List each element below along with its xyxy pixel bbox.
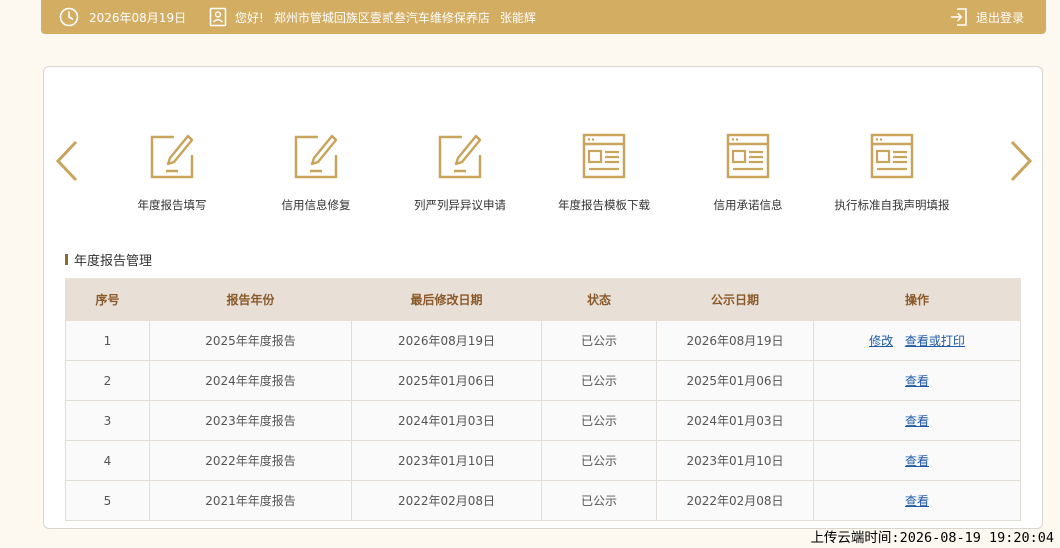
- cell-modified: 2023年01月10日: [351, 440, 542, 481]
- cell-year: 2024年年度报告: [149, 360, 352, 401]
- main-panel: 年度报告填写 信用信息修复 列严列异异议申请 年度报告模板下载 信用承诺信息 执…: [43, 66, 1043, 529]
- cell-published: 2022年02月08日: [656, 480, 814, 521]
- feature-label: 列严列异异议申请: [414, 198, 506, 212]
- document-icon: [726, 133, 770, 179]
- cell-status: 已公示: [541, 360, 657, 401]
- feature-annual-report-fill[interactable]: 年度报告填写: [97, 133, 247, 213]
- user-card-icon: [209, 7, 227, 27]
- column-header: 操作: [813, 278, 1021, 321]
- clock-icon: [59, 7, 79, 27]
- feature-template-download[interactable]: 年度报告模板下载: [529, 133, 679, 213]
- user-info: 您好! 郑州市管城回族区壹贰叁汽车维修保养店 张能辉: [209, 0, 536, 34]
- view-link[interactable]: 查看: [905, 414, 929, 428]
- feature-label: 信用信息修复: [281, 198, 351, 212]
- cell-modified: 2025年01月06日: [351, 360, 542, 401]
- feature-standard-declaration[interactable]: 执行标准自我声明填报: [817, 133, 967, 213]
- table-row: 1 2025年年度报告 2026年08月19日 已公示 2026年08月19日 …: [65, 320, 1021, 361]
- table-row: 4 2022年年度报告 2023年01月10日 已公示 2023年01月10日 …: [65, 440, 1021, 481]
- cell-actions: 查看: [813, 480, 1021, 521]
- chevron-right-icon: [1010, 140, 1033, 182]
- chevron-left-icon: [55, 140, 78, 182]
- cell-actions: 查看: [813, 400, 1021, 441]
- shop-name: 郑州市管城回族区壹贰叁汽车维修保养店: [273, 10, 490, 25]
- column-header: 状态: [541, 278, 657, 321]
- cell-status: 已公示: [541, 480, 657, 521]
- edit-link[interactable]: 修改: [869, 334, 893, 348]
- table-row: 2 2024年年度报告 2025年01月06日 已公示 2025年01月06日 …: [65, 360, 1021, 401]
- cell-year: 2021年年度报告: [149, 480, 352, 521]
- cell-actions: 查看: [813, 360, 1021, 401]
- column-header: 最后修改日期: [351, 278, 542, 321]
- edit-icon: [438, 134, 482, 179]
- cell-no: 5: [65, 480, 150, 521]
- cell-no: 1: [65, 320, 150, 361]
- cell-actions: 查看: [813, 440, 1021, 481]
- annual-report-table: 序号 报告年份 最后修改日期 状态 公示日期 操作 1 2025年年度报告 20…: [65, 278, 1021, 521]
- feature-label: 年度报告填写: [137, 198, 207, 212]
- cell-published: 2024年01月03日: [656, 400, 814, 441]
- greeting-text: 您好!: [235, 10, 264, 25]
- cell-modified: 2022年02月08日: [351, 480, 542, 521]
- document-icon: [582, 133, 626, 179]
- cell-no: 2: [65, 360, 150, 401]
- title-accent-bar: [65, 254, 68, 265]
- user-name: 张能辉: [499, 10, 536, 25]
- column-header: 公示日期: [656, 278, 814, 321]
- logout-label: 退出登录: [975, 10, 1024, 25]
- section-title-text: 年度报告管理: [74, 254, 153, 269]
- view-link[interactable]: 查看: [905, 494, 929, 508]
- document-icon: [870, 133, 914, 179]
- cell-published: 2023年01月10日: [656, 440, 814, 481]
- feature-label: 年度报告模板下载: [558, 198, 650, 212]
- table-row: 3 2023年年度报告 2024年01月03日 已公示 2024年01月03日 …: [65, 400, 1021, 441]
- cell-published: 2026年08月19日: [656, 320, 814, 361]
- logout-button[interactable]: 退出登录: [950, 0, 1024, 34]
- cell-year: 2023年年度报告: [149, 400, 352, 441]
- cell-actions: 修改 查看或打印: [813, 320, 1021, 361]
- cell-modified: 2026年08月19日: [351, 320, 542, 361]
- carousel-next-button[interactable]: [1006, 139, 1036, 187]
- table-row: 5 2021年年度报告 2022年02月08日 已公示 2022年02月08日 …: [65, 480, 1021, 521]
- column-header: 序号: [65, 278, 150, 321]
- edit-icon: [150, 134, 194, 179]
- feature-objection-apply[interactable]: 列严列异异议申请: [385, 133, 535, 213]
- carousel-prev-button[interactable]: [52, 139, 82, 187]
- feature-label: 执行标准自我声明填报: [834, 198, 950, 212]
- cell-status: 已公示: [541, 320, 657, 361]
- top-bar: 2026年08月19日 您好! 郑州市管城回族区壹贰叁汽车维修保养店 张能辉 退…: [41, 0, 1046, 34]
- view-print-link[interactable]: 查看或打印: [905, 334, 965, 348]
- feature-label: 信用承诺信息: [713, 198, 783, 212]
- cell-year: 2025年年度报告: [149, 320, 352, 361]
- date-display: 2026年08月19日: [59, 0, 186, 34]
- cell-year: 2022年年度报告: [149, 440, 352, 481]
- current-date: 2026年08月19日: [89, 10, 187, 25]
- cell-no: 3: [65, 400, 150, 441]
- cell-status: 已公示: [541, 400, 657, 441]
- section-title: 年度报告管理: [65, 250, 152, 269]
- view-link[interactable]: 查看: [905, 374, 929, 388]
- view-link[interactable]: 查看: [905, 454, 929, 468]
- cell-published: 2025年01月06日: [656, 360, 814, 401]
- cell-modified: 2024年01月03日: [351, 400, 542, 441]
- column-header: 报告年份: [149, 278, 352, 321]
- upload-timestamp: 上传云端时间:2026-08-19 19:20:04: [810, 530, 1054, 546]
- cell-no: 4: [65, 440, 150, 481]
- feature-credit-repair[interactable]: 信用信息修复: [241, 133, 391, 213]
- logout-icon: [950, 8, 967, 26]
- table-header-row: 序号 报告年份 最后修改日期 状态 公示日期 操作: [65, 278, 1021, 321]
- edit-icon: [294, 134, 338, 179]
- feature-credit-commitment[interactable]: 信用承诺信息: [673, 133, 823, 213]
- cell-status: 已公示: [541, 440, 657, 481]
